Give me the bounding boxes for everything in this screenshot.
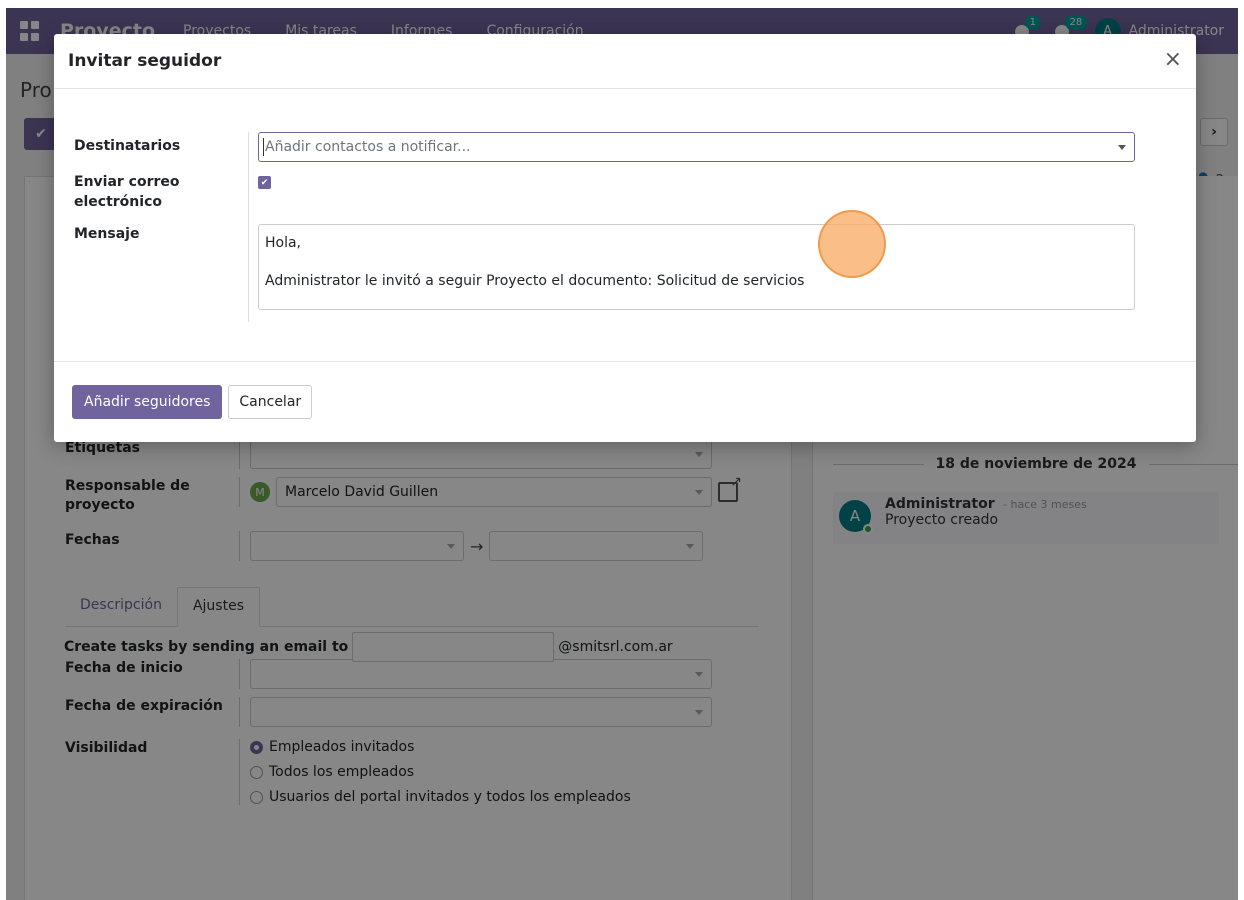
recipients-label: Destinatarios (74, 138, 181, 154)
modal-header: Invitar seguidor × (54, 34, 1196, 89)
message-label: Mensaje (74, 226, 140, 242)
recipients-row: Destinatarios Añadir contactos a notific… (74, 132, 1135, 162)
message-row: Mensaje Hola, Administrator le invitó a … (74, 224, 1135, 310)
invite-form: Destinatarios Añadir contactos a notific… (74, 132, 1135, 322)
send-email-row: Enviar correo electrónico ✔ (74, 172, 1135, 212)
add-followers-button[interactable]: Añadir seguidores (72, 385, 223, 419)
message-line: Hola, (265, 235, 302, 251)
send-email-checkbox[interactable]: ✔ (258, 176, 271, 189)
close-icon[interactable]: × (1164, 48, 1182, 72)
modal-title: Invitar seguidor (68, 51, 222, 71)
cancel-button[interactable]: Cancelar (228, 385, 313, 419)
invite-follower-dialog: Invitar seguidor × Destinatarios Añadir … (54, 34, 1196, 442)
recipients-input[interactable]: Añadir contactos a notificar... (258, 132, 1135, 162)
recipients-placeholder: Añadir contactos a notificar... (265, 139, 471, 155)
chevron-down-icon[interactable] (1118, 145, 1126, 150)
modal-footer: Añadir seguidores Cancelar (54, 361, 1196, 442)
form-divider (248, 132, 249, 322)
message-editor[interactable]: Hola, Administrator le invitó a seguir P… (258, 224, 1135, 310)
click-indicator (818, 210, 886, 278)
send-email-label: Enviar correo electrónico (74, 174, 180, 210)
message-line: Administrator le invitó a seguir Proyect… (265, 273, 805, 289)
